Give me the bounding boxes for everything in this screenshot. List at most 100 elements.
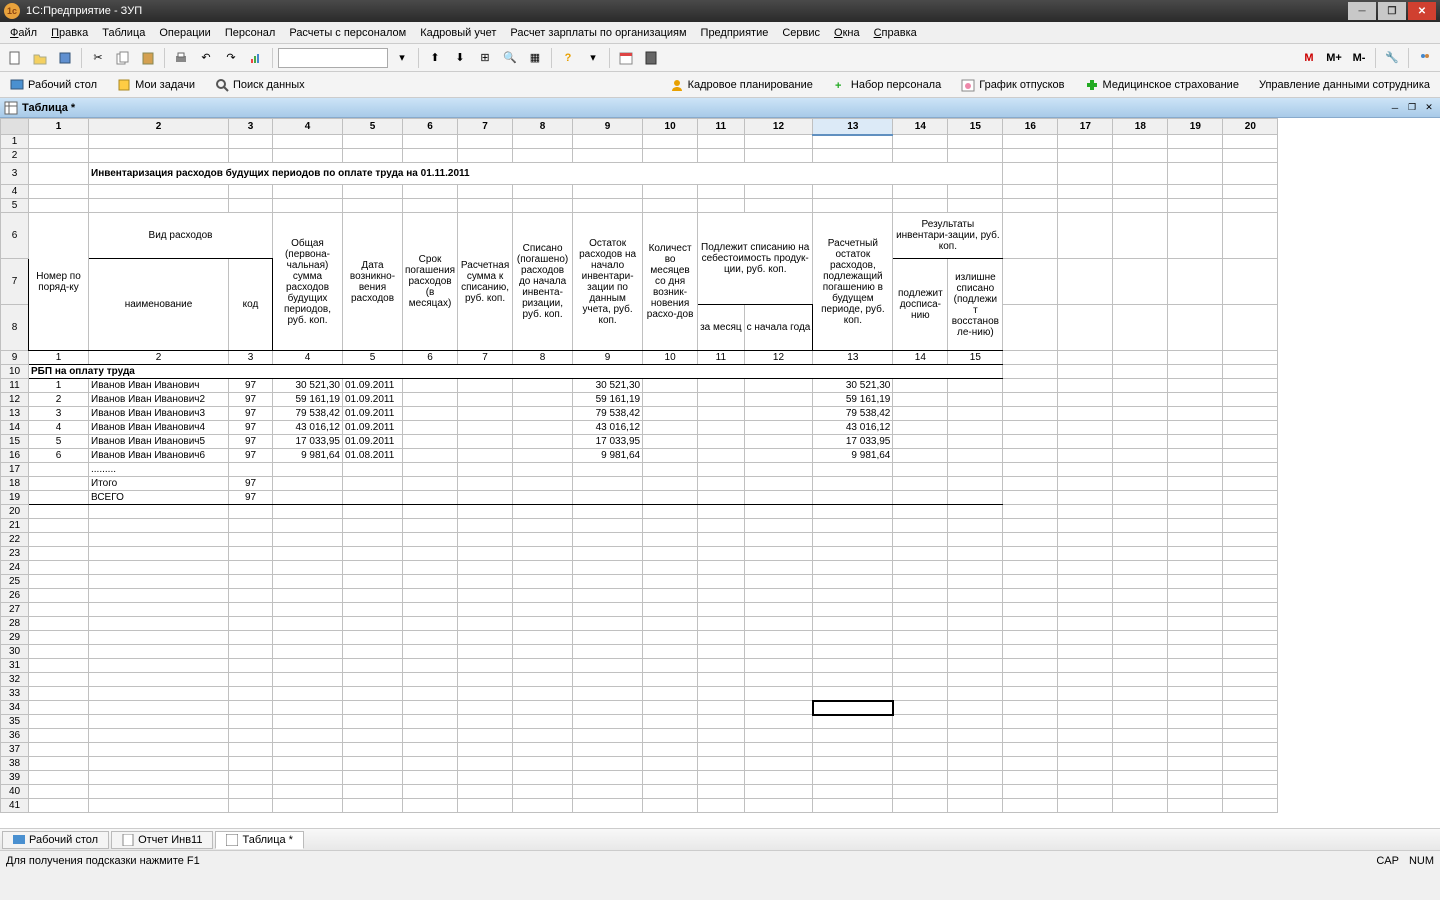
cell[interactable] <box>744 757 813 771</box>
row-header[interactable]: 15 <box>1 435 29 449</box>
cell[interactable] <box>343 673 403 687</box>
cell[interactable] <box>458 589 513 603</box>
cell[interactable] <box>1113 771 1168 785</box>
cell[interactable] <box>273 617 343 631</box>
cell[interactable] <box>403 477 458 491</box>
cell[interactable] <box>813 659 893 673</box>
cell[interactable] <box>893 799 948 813</box>
cell[interactable] <box>698 435 745 449</box>
cell[interactable] <box>403 533 458 547</box>
cell[interactable] <box>643 757 698 771</box>
cell[interactable] <box>893 533 948 547</box>
cell[interactable] <box>458 561 513 575</box>
cell[interactable] <box>1223 547 1278 561</box>
cell[interactable] <box>643 561 698 575</box>
cell[interactable] <box>643 185 698 199</box>
cell[interactable] <box>813 561 893 575</box>
cell[interactable] <box>1168 645 1223 659</box>
cell[interactable] <box>643 519 698 533</box>
cell[interactable] <box>229 701 273 715</box>
cell[interactable] <box>643 617 698 631</box>
cell[interactable] <box>1223 673 1278 687</box>
cell[interactable] <box>698 771 745 785</box>
cell[interactable] <box>1058 185 1113 199</box>
cell[interactable] <box>1113 149 1168 163</box>
row-header[interactable]: 31 <box>1 659 29 673</box>
cell[interactable] <box>573 463 643 477</box>
cell[interactable] <box>29 603 89 617</box>
cell[interactable] <box>813 701 893 715</box>
cell[interactable] <box>573 757 643 771</box>
cell[interactable] <box>1058 199 1113 213</box>
cell[interactable] <box>1168 799 1223 813</box>
cell[interactable] <box>643 149 698 163</box>
cell[interactable] <box>403 135 458 149</box>
cell[interactable] <box>458 199 513 213</box>
cell[interactable] <box>893 519 948 533</box>
cell[interactable] <box>273 547 343 561</box>
cell[interactable] <box>1003 505 1058 519</box>
cell[interactable] <box>29 547 89 561</box>
cell[interactable] <box>273 687 343 701</box>
cell[interactable] <box>513 785 573 799</box>
row-header[interactable]: 32 <box>1 673 29 687</box>
cell[interactable] <box>813 149 893 163</box>
cell[interactable] <box>1168 491 1223 505</box>
cell[interactable] <box>643 589 698 603</box>
cell[interactable] <box>948 701 1003 715</box>
cell[interactable] <box>643 603 698 617</box>
cell[interactable] <box>29 757 89 771</box>
cell[interactable] <box>948 799 1003 813</box>
cell[interactable]: 6 <box>29 449 89 463</box>
cell[interactable] <box>1003 589 1058 603</box>
cell[interactable] <box>1223 701 1278 715</box>
row-header[interactable]: 36 <box>1 729 29 743</box>
cell[interactable] <box>744 379 813 393</box>
cell[interactable] <box>458 519 513 533</box>
minimize-button[interactable]: ─ <box>1348 2 1376 20</box>
cell[interactable]: 9 981,64 <box>573 449 643 463</box>
col-header[interactable]: 2 <box>89 119 229 135</box>
cell[interactable] <box>573 687 643 701</box>
menu-payroll-calc[interactable]: Расчеты с персоналом <box>283 25 412 41</box>
cell[interactable] <box>29 149 89 163</box>
cell[interactable] <box>1223 757 1278 771</box>
cell[interactable] <box>458 491 513 505</box>
row-header[interactable]: 33 <box>1 687 29 701</box>
row-header[interactable]: 8 <box>1 305 29 351</box>
cell[interactable] <box>458 407 513 421</box>
cell[interactable] <box>813 463 893 477</box>
cell[interactable] <box>513 603 573 617</box>
cell[interactable] <box>458 135 513 149</box>
cell[interactable] <box>273 575 343 589</box>
cell[interactable]: 5 <box>29 435 89 449</box>
col-header[interactable]: 19 <box>1168 119 1223 135</box>
corner-cell[interactable] <box>1 119 29 135</box>
cell[interactable] <box>698 185 745 199</box>
cell[interactable] <box>1223 645 1278 659</box>
cell[interactable] <box>744 407 813 421</box>
cell[interactable]: 3 <box>229 351 273 365</box>
cell[interactable] <box>1223 561 1278 575</box>
cell[interactable] <box>229 673 273 687</box>
row-header[interactable]: 5 <box>1 199 29 213</box>
cell[interactable] <box>343 617 403 631</box>
cell[interactable] <box>573 771 643 785</box>
cell[interactable] <box>458 149 513 163</box>
m-plus-icon[interactable]: M+ <box>1323 47 1345 69</box>
cell[interactable] <box>698 449 745 463</box>
cell[interactable] <box>698 743 745 757</box>
cell[interactable] <box>1058 603 1113 617</box>
cell[interactable]: 5 <box>343 351 403 365</box>
cell[interactable] <box>948 379 1003 393</box>
cell[interactable] <box>1168 785 1223 799</box>
cell[interactable] <box>343 771 403 785</box>
cell[interactable] <box>89 199 229 213</box>
row-header[interactable]: 41 <box>1 799 29 813</box>
cell[interactable] <box>698 631 745 645</box>
cell[interactable] <box>1113 351 1168 365</box>
cell[interactable] <box>229 687 273 701</box>
cell[interactable] <box>893 149 948 163</box>
cell[interactable] <box>1003 435 1058 449</box>
cell[interactable] <box>1223 365 1278 379</box>
